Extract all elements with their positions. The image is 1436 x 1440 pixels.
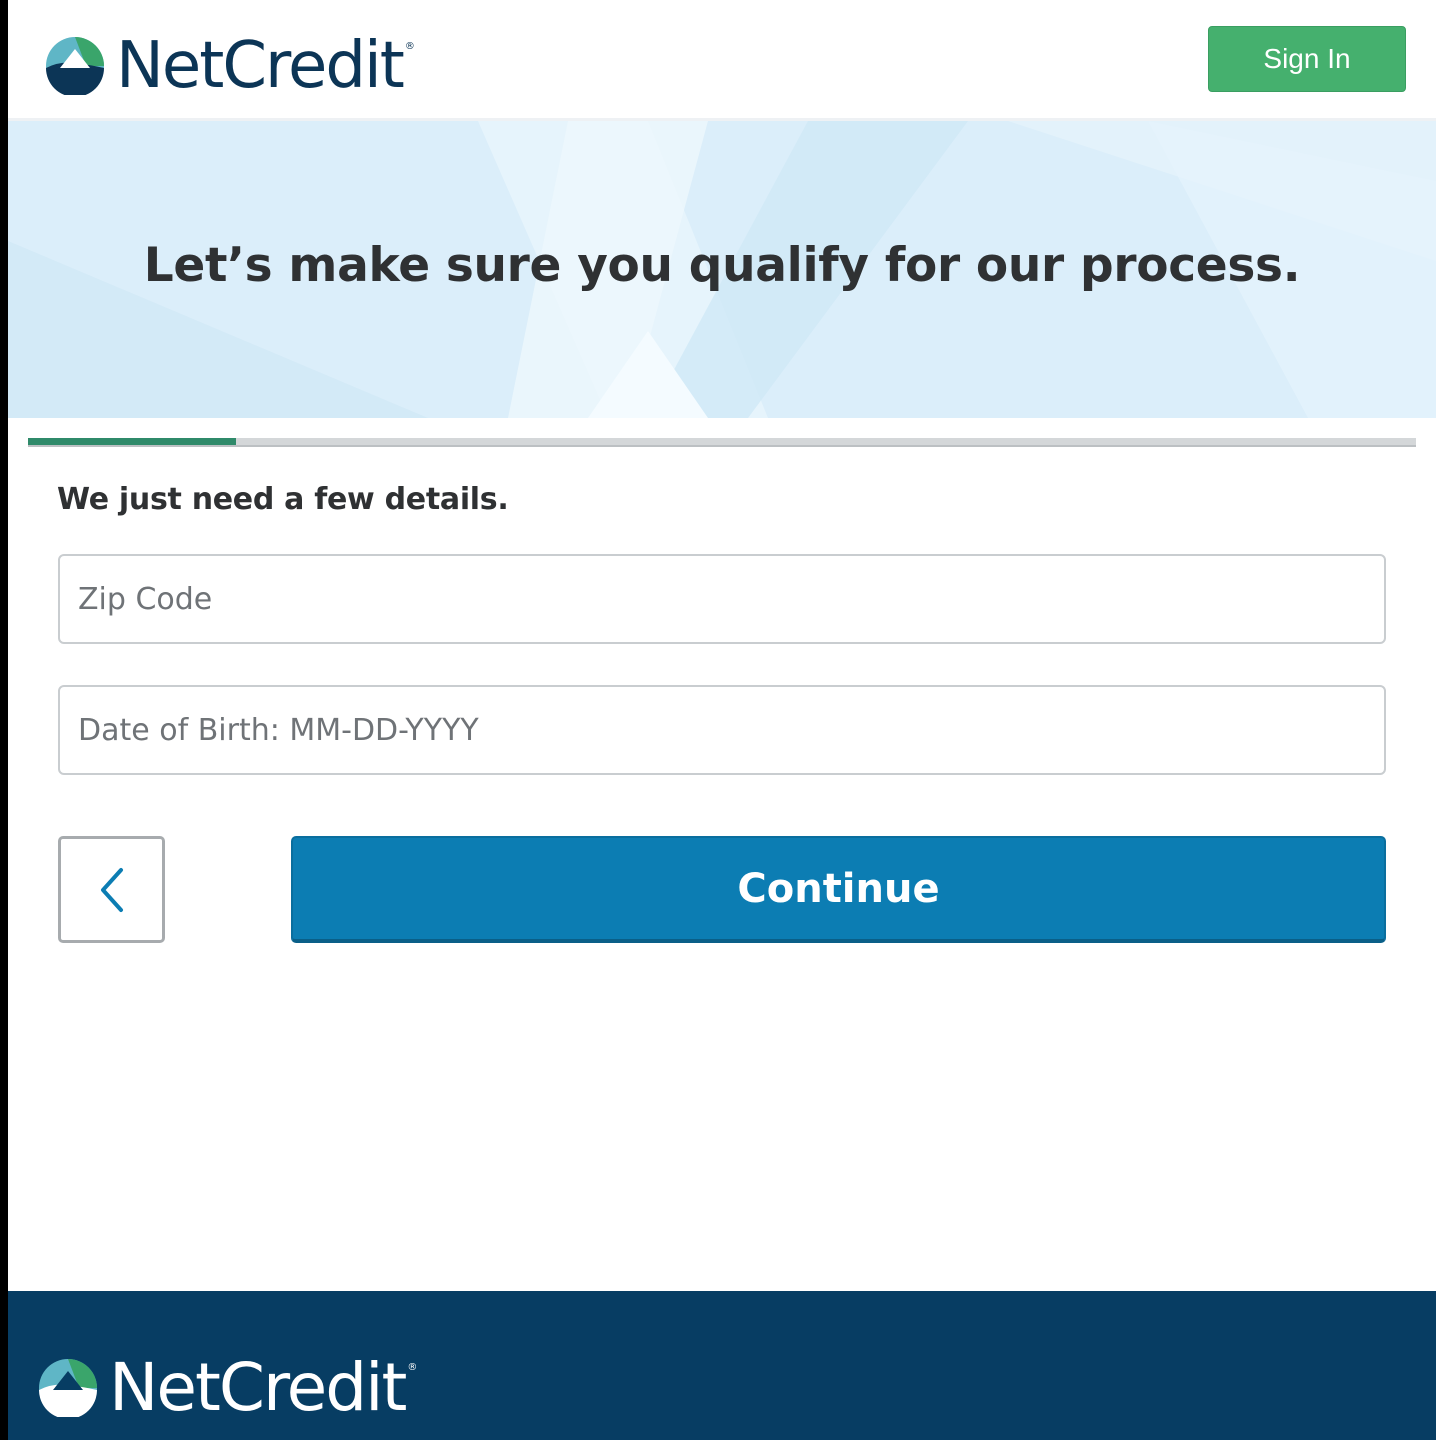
brand-name: NetCredit ®: [116, 29, 415, 103]
netcredit-logo-icon: [39, 1359, 97, 1417]
zip-code-input[interactable]: [58, 554, 1386, 644]
footer-netcredit-logo[interactable]: NetCredit ®: [39, 1349, 417, 1426]
footer-brand-name: NetCredit ®: [109, 1349, 417, 1426]
sign-in-button[interactable]: Sign In: [1208, 26, 1406, 92]
hero-banner: Let’s make sure you qualify for our proc…: [8, 121, 1436, 418]
date-of-birth-input[interactable]: [58, 685, 1386, 775]
netcredit-logo-icon: [46, 37, 104, 95]
page: NetCredit ® Sign In Let’s make sure you q…: [8, 0, 1436, 1440]
trademark: ®: [407, 1362, 417, 1373]
trademark: ®: [404, 41, 415, 52]
hero-title: Let’s make sure you qualify for our proc…: [143, 238, 1301, 293]
chevron-left-icon: [100, 867, 123, 912]
site-header: NetCredit ® Sign In: [8, 0, 1436, 121]
continue-button[interactable]: Continue: [291, 836, 1386, 943]
progress-bar-fill: [28, 438, 237, 445]
site-footer: NetCredit ®: [8, 1291, 1436, 1440]
netcredit-logo[interactable]: NetCredit ®: [46, 29, 415, 103]
form-heading: We just need a few details.: [57, 482, 509, 517]
progress-bar: [28, 438, 1416, 447]
back-button[interactable]: [58, 836, 165, 943]
